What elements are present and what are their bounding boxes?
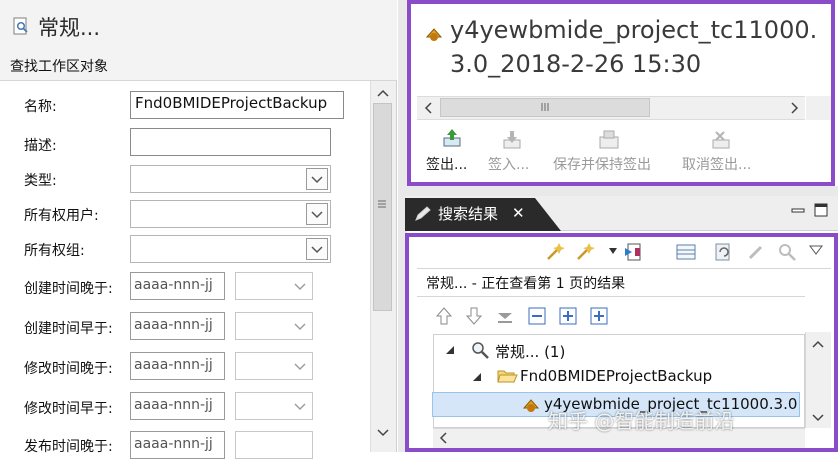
save-keep-checkout-icon [599, 130, 619, 149]
label-modified-after: 修改时间晚于: [24, 361, 113, 377]
tab-search-results[interactable]: 搜索结果 ✕ [405, 198, 535, 231]
scroll-left-icon[interactable] [436, 430, 452, 446]
scroll-up-icon[interactable] [809, 336, 827, 354]
chevron-down-icon[interactable] [306, 238, 328, 260]
label-owning-group: 所有权组: [24, 243, 85, 259]
tab-slant [535, 198, 561, 231]
status-separator [417, 296, 805, 297]
chevron-down-icon [294, 283, 306, 290]
check-out-button[interactable]: 签出... [426, 154, 467, 174]
owning-group-select[interactable] [130, 235, 331, 263]
grip-icon [378, 200, 386, 208]
arrow-up-icon[interactable] [434, 305, 454, 327]
open-in-view-icon[interactable] [622, 241, 644, 263]
collapse-all-icon[interactable] [495, 305, 515, 327]
scroll-up-icon[interactable] [373, 83, 393, 103]
search-icon [472, 342, 489, 359]
find-icon [779, 244, 796, 261]
released-after-date-input[interactable]: aaaa-nnn-jj [130, 431, 225, 459]
toolbar-separator [417, 268, 831, 269]
chevron-down-icon [294, 363, 306, 370]
cancel-check-out-icon [712, 131, 730, 149]
released-after-time-select[interactable] [235, 431, 313, 459]
search-form-subtitle: 查找工作区对象 [10, 59, 108, 75]
label-created-after: 创建时间晚于: [24, 281, 113, 297]
dropdown-arrow-icon[interactable] [608, 247, 618, 255]
maximize-icon[interactable] [813, 202, 829, 218]
magic-search-options-icon[interactable] [574, 241, 596, 263]
scroll-left-icon[interactable] [420, 99, 438, 117]
tree-expanded-icon[interactable] [445, 345, 455, 355]
tree-root-label[interactable]: 常规... (1) [495, 341, 565, 362]
collapse-icon[interactable] [527, 306, 547, 326]
tree-expanded-icon[interactable] [472, 372, 482, 382]
label-type: 类型: [24, 173, 57, 189]
modified-after-date-input[interactable]: aaaa-nnn-jj [130, 352, 225, 380]
folder-open-icon [497, 370, 518, 383]
magic-search-icon[interactable] [544, 241, 566, 263]
chevron-down-icon [294, 403, 306, 410]
table-view-icon[interactable] [675, 242, 697, 262]
results-toolbar [412, 239, 832, 265]
label-owning-user: 所有权用户: [24, 208, 99, 224]
scroll-down-icon[interactable] [373, 422, 393, 442]
pencil-icon [415, 206, 431, 221]
modified-after-time-select[interactable] [235, 352, 313, 380]
search-document-icon [13, 17, 28, 35]
expand-all-icon[interactable] [589, 306, 609, 326]
type-select[interactable] [130, 165, 331, 193]
created-after-date-input[interactable]: aaaa-nnn-jj [130, 272, 225, 300]
results-status: 常规... - 正在查看第 1 页的结果 [426, 276, 626, 292]
chevron-down-icon[interactable] [306, 168, 328, 190]
bmide-project-icon [425, 28, 443, 41]
created-after-time-select[interactable] [235, 272, 313, 300]
view-menu-icon[interactable] [808, 243, 824, 257]
watermark-text: 知乎 @智能制造前沿 [548, 409, 735, 433]
name-input[interactable]: Fnd0BMIDEProjectBackup [130, 91, 344, 119]
check-in-icon [503, 131, 521, 149]
created-before-date-input[interactable]: aaaa-nnn-jj [130, 312, 225, 340]
save-keep-checkout-button[interactable]: 保存并保持签出 [553, 154, 651, 174]
grip-icon [541, 103, 549, 111]
scroll-down-icon[interactable] [809, 408, 827, 426]
chevron-down-icon [294, 323, 306, 330]
search-form-title: 常规... [38, 16, 101, 40]
edit-icon [748, 245, 763, 260]
expand-icon[interactable] [558, 306, 578, 326]
label-modified-before: 修改时间早于: [24, 401, 113, 417]
created-before-time-select[interactable] [235, 312, 313, 340]
check-in-button[interactable]: 签入... [488, 154, 529, 174]
owning-user-select[interactable] [130, 200, 331, 228]
description-input[interactable] [130, 128, 331, 156]
project-toolbar: 签出... 签入... 保存并保持签出 取消签出... [411, 121, 831, 182]
scroll-corner [806, 96, 831, 120]
project-name-line2: 3.0_2018-2-26 15:30 [450, 50, 702, 78]
label-description: 描述: [24, 138, 57, 154]
close-icon[interactable]: ✕ [512, 204, 525, 222]
check-out-icon[interactable] [441, 127, 463, 149]
scroll-right-icon[interactable] [785, 99, 803, 117]
chevron-down-icon[interactable] [306, 203, 328, 225]
panel-divider-horizontal[interactable] [407, 186, 838, 196]
project-name-line1: y4yewbmide_project_tc11000. [450, 16, 818, 44]
modified-before-date-input[interactable]: aaaa-nnn-jj [130, 392, 225, 420]
label-created-before: 创建时间早于: [24, 321, 113, 337]
tree-folder-label[interactable]: Fnd0BMIDEProjectBackup [520, 367, 712, 385]
tab-search-results-label: 搜索结果 [438, 205, 499, 223]
bmide-project-icon [522, 399, 540, 412]
minimize-icon[interactable] [790, 204, 806, 218]
label-name: 名称: [24, 99, 57, 115]
cancel-check-out-button[interactable]: 取消签出... [682, 154, 751, 174]
arrow-down-icon[interactable] [464, 305, 484, 327]
search-form-panel: 常规... 查找工作区对象 名称: Fnd0BMIDEProjectBackup… [0, 0, 397, 459]
label-released-after: 发布时间晚于: [24, 439, 113, 455]
refresh-icon[interactable] [712, 241, 734, 263]
modified-before-time-select[interactable] [235, 392, 313, 420]
